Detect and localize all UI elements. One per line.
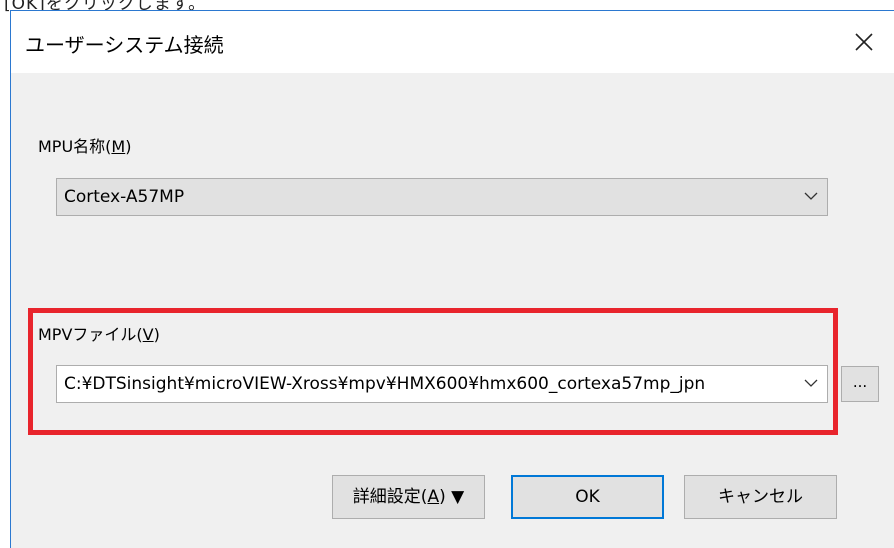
mpu-name-value: Cortex-A57MP [64, 187, 185, 207]
dialog-title: ユーザーシステム接続 [25, 33, 224, 57]
title-bar: ユーザーシステム接続 [11, 11, 894, 73]
advanced-settings-button[interactable]: 詳細設定(A) ▼ [332, 475, 485, 519]
browse-button[interactable]: ... [841, 366, 879, 402]
user-system-connection-dialog: ユーザーシステム接続 MPU名称(M) Cortex-A57MP MPVファイル… [10, 10, 894, 548]
chevron-down-icon [804, 379, 818, 387]
close-icon[interactable] [847, 25, 881, 59]
mpv-file-label: MPVファイル(V) [38, 325, 160, 344]
mpu-name-select[interactable]: Cortex-A57MP [56, 178, 828, 216]
chevron-down-icon [804, 192, 818, 200]
mpv-file-value: C:¥DTSinsight¥microVIEW-Xross¥mpv¥HMX600… [64, 374, 706, 394]
ok-button[interactable]: OK [511, 475, 664, 519]
mpu-name-label: MPU名称(M) [38, 137, 132, 156]
cancel-button[interactable]: キャンセル [684, 475, 837, 519]
mpv-file-select[interactable]: C:¥DTSinsight¥microVIEW-Xross¥mpv¥HMX600… [56, 365, 828, 403]
